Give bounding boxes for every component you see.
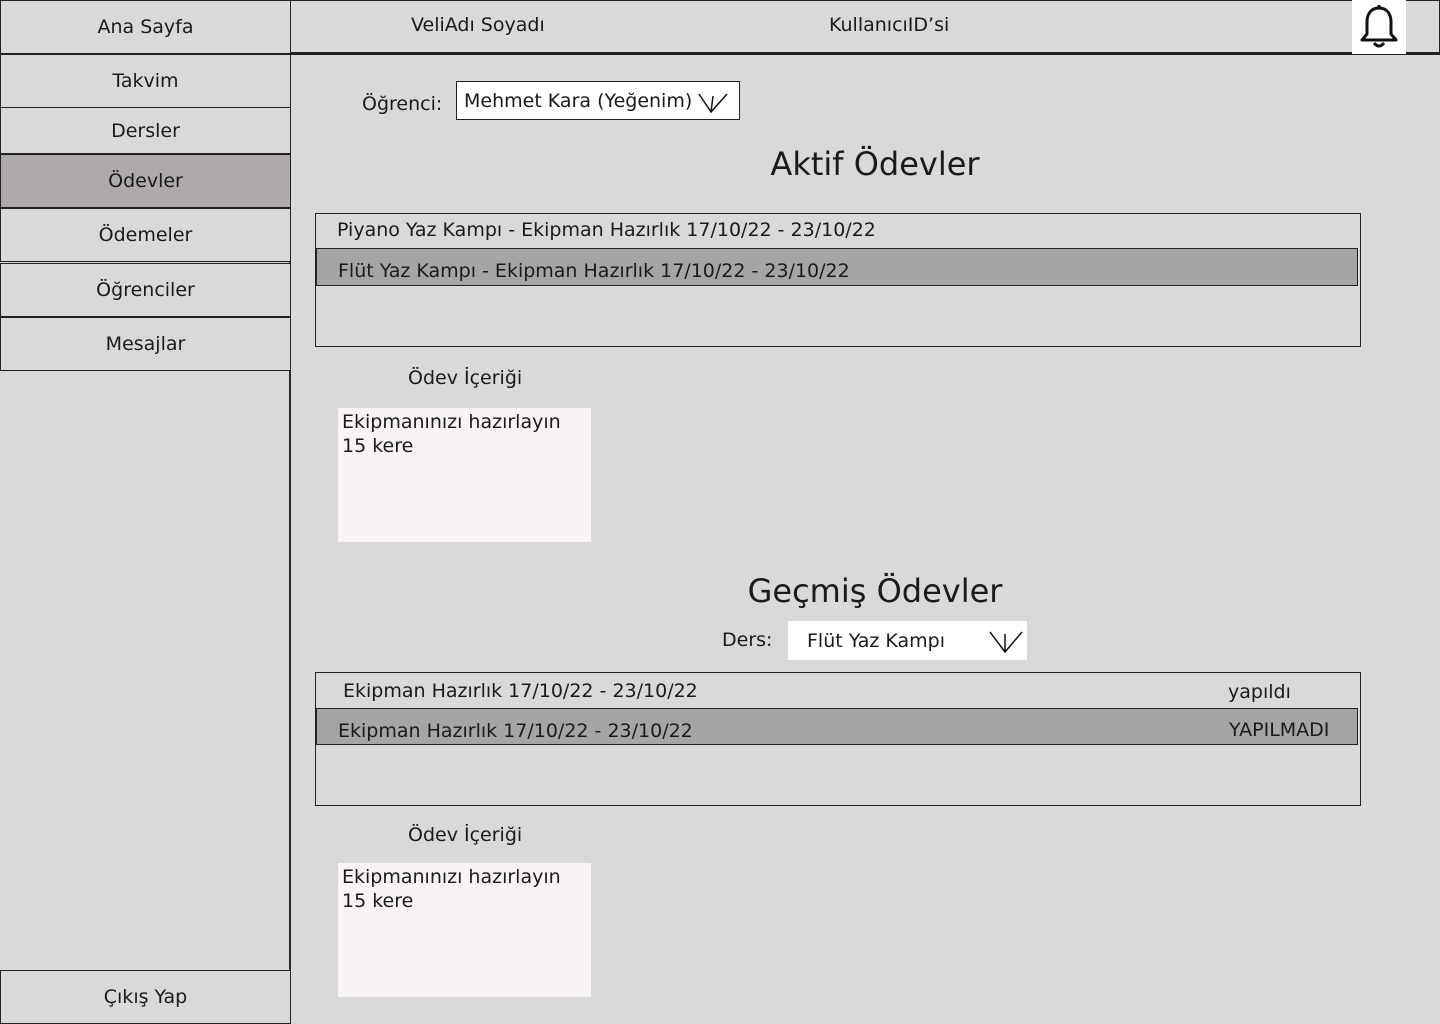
student-select-value: Mehmet Kara (Yeğenim) [464,89,693,112]
course-label: Ders: [722,629,773,651]
status-label: yapıldı [1228,681,1291,703]
student-label: Öğrenci: [362,93,443,115]
logout-label: Çıkış Yap [103,986,188,1008]
course-select-value: Flüt Yaz Kampı [807,629,946,652]
list-item[interactable]: Piyano Yaz Kampı - Ekipman Hazırlık 17/1… [316,214,1360,249]
list-item-text: Ekipman Hazırlık 17/10/22 - 23/10/22 [338,720,693,742]
chevron-down-icon [698,93,728,114]
homework-content-box: Ekipmanınızı hazırlayın 15 kere [338,408,591,542]
logout-button[interactable]: Çıkış Yap [0,970,291,1024]
sidebar-item-label: Dersler [111,119,180,142]
user-id: KullanıcıID’si [829,14,950,36]
sidebar: Ana Sayfa Takvim Dersler Ödevler Ödemele… [0,0,291,1024]
status-label: YAPILMADI [1229,719,1330,741]
sidebar-item-label: Öğrenciler [96,279,195,301]
bell-icon [1360,5,1398,48]
home-label: Ana Sayfa [97,16,194,38]
active-homework-list: Piyano Yaz Kampı - Ekipman Hazırlık 17/1… [315,213,1361,347]
homework-content-label: Ödev İçeriği [408,824,523,846]
sidebar-item-dersler[interactable]: Dersler [0,107,291,154]
list-item[interactable]: Ekipman Hazırlık 17/10/22 - 23/10/22 yap… [316,673,1360,708]
past-homework-title: Geçmiş Ödevler [747,572,1003,610]
sidebar-item-label: Ödemeler [98,224,193,246]
chevron-down-icon [989,631,1023,654]
active-homework-title: Aktif Ödevler [770,145,980,183]
sidebar-item-odevler[interactable]: Ödevler [0,154,291,208]
past-homework-list: Ekipman Hazırlık 17/10/22 - 23/10/22 yap… [315,672,1361,806]
notification-button[interactable] [1352,0,1406,54]
sidebar-item-label: Mesajlar [105,333,186,355]
homework-content-label: Ödev İçeriği [408,367,523,389]
list-item-selected[interactable]: Ekipman Hazırlık 17/10/22 - 23/10/22 YAP… [316,708,1358,745]
sidebar-item-odemeler[interactable]: Ödemeler [0,208,291,262]
sidebar-item-label: Ödevler [108,170,183,192]
sidebar-item-ogrenciler[interactable]: Öğrenciler [0,263,291,317]
sidebar-item-label: Takvim [112,70,179,92]
list-item-text: Flüt Yaz Kampı - Ekipman Hazırlık 17/10/… [338,260,850,282]
homework-content-box: Ekipmanınızı hazırlayın 15 kere [338,863,591,997]
student-select[interactable]: Mehmet Kara (Yeğenim) [456,81,740,120]
home-button[interactable]: Ana Sayfa [0,0,291,54]
course-select[interactable]: Flüt Yaz Kampı [788,621,1027,660]
list-item-selected[interactable]: Flüt Yaz Kampı - Ekipman Hazırlık 17/10/… [316,248,1358,286]
list-item-text: Piyano Yaz Kampı - Ekipman Hazırlık 17/1… [337,219,876,241]
sidebar-item-mesajlar[interactable]: Mesajlar [0,317,291,371]
list-item-text: Ekipman Hazırlık 17/10/22 - 23/10/22 [343,680,698,702]
sidebar-item-takvim[interactable]: Takvim [0,54,291,108]
parent-name: VeliAdı Soyadı [411,14,545,36]
